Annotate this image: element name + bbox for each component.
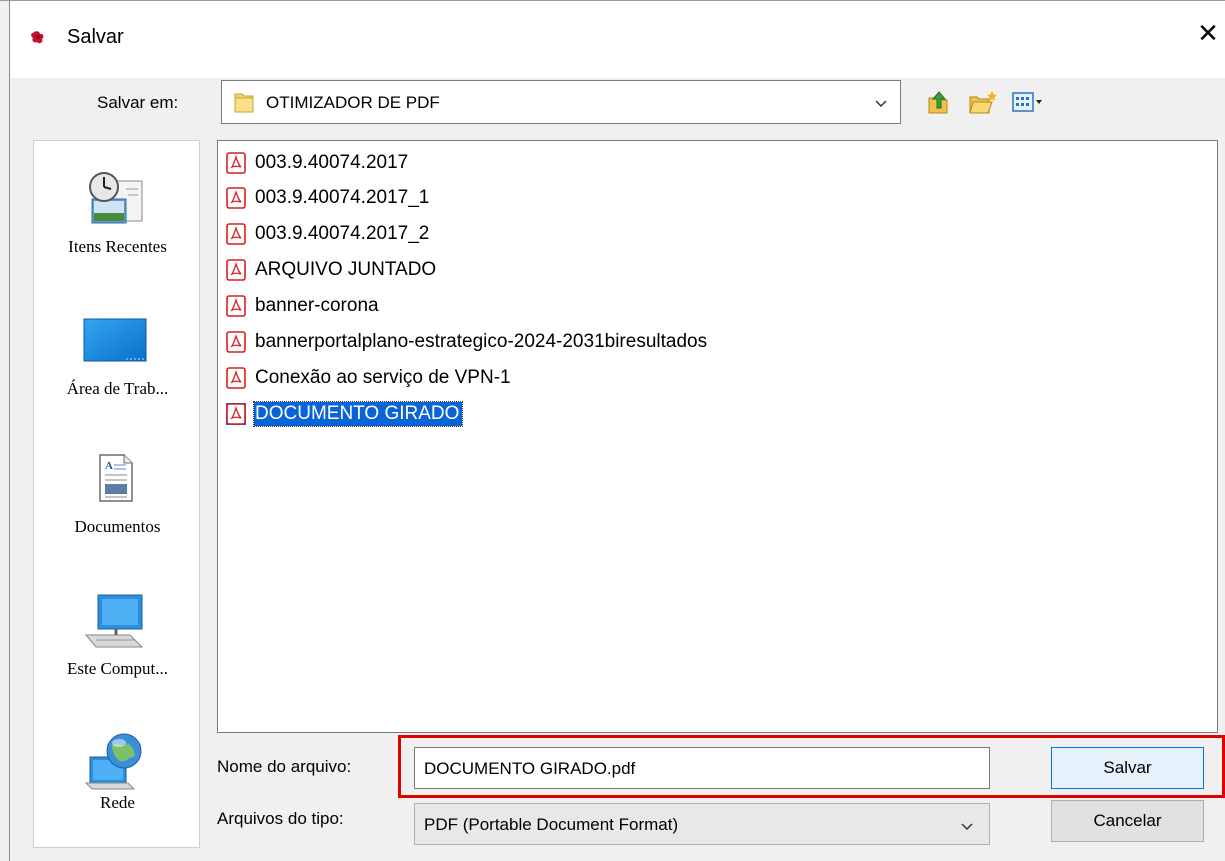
svg-text:A: A — [105, 460, 113, 472]
pdf-file-icon — [226, 223, 246, 245]
pdf-file-icon — [226, 331, 246, 353]
new-folder-icon[interactable] — [967, 88, 999, 116]
save-dialog: Salvar ✕ Salvar em: OTIMIZADOR DE PDF It… — [0, 0, 1225, 861]
file-name: banner-corona — [255, 295, 379, 316]
title-bar — [10, 1, 1225, 78]
file-name: 003.9.40074.2017 — [255, 152, 409, 173]
file-item[interactable]: 003.9.40074.2017_2 — [223, 219, 432, 249]
close-icon[interactable]: ✕ — [1195, 20, 1221, 50]
pdf-file-icon — [226, 367, 246, 389]
pdf-file-icon — [226, 152, 246, 174]
place-desktop[interactable]: Área de Trab... — [34, 317, 201, 417]
desktop-icon — [83, 318, 147, 362]
file-name: bannerportalplano-estrategico-2024-2031b… — [255, 331, 708, 352]
chevron-down-icon — [961, 823, 973, 831]
current-folder-name: OTIMIZADOR DE PDF — [266, 93, 440, 112]
file-item[interactable]: banner-corona — [223, 291, 382, 321]
place-label: Rede — [100, 793, 135, 812]
save-in-dropdown[interactable]: OTIMIZADOR DE PDF — [221, 80, 901, 124]
pdf-file-icon — [226, 259, 246, 281]
place-network[interactable]: Rede — [34, 731, 201, 831]
file-item[interactable]: bannerportalplano-estrategico-2024-2031b… — [223, 327, 710, 357]
file-name: DOCUMENTO GIRADO — [252, 401, 464, 427]
filetype-label: Arquivos do tipo: — [217, 809, 344, 828]
place-this-computer[interactable]: Este Comput... — [34, 593, 201, 693]
view-menu-icon[interactable] — [1011, 88, 1045, 116]
place-label: Documentos — [74, 517, 161, 536]
pdf-file-icon — [226, 295, 246, 317]
window-title: Salvar — [67, 26, 124, 48]
file-name: ARQUIVO JUNTADO — [255, 259, 437, 280]
place-label: Itens Recentes — [68, 237, 167, 256]
file-item[interactable]: 003.9.40074.2017 — [223, 148, 411, 178]
folder-icon — [234, 93, 254, 113]
file-item[interactable]: 003.9.40074.2017_1 — [223, 183, 432, 213]
place-recent-items[interactable]: Itens Recentes — [34, 167, 201, 267]
file-list[interactable]: 003.9.40074.2017 003.9.40074.2017_1 003.… — [217, 140, 1218, 733]
chevron-down-icon — [875, 100, 887, 108]
computer-icon — [84, 594, 144, 648]
documents-icon: A — [99, 454, 133, 502]
cancel-button[interactable]: Cancelar — [1051, 800, 1204, 842]
file-name: 003.9.40074.2017_2 — [255, 223, 430, 244]
file-item[interactable]: ARQUIVO JUNTADO — [223, 255, 439, 285]
file-name: Conexão ao serviço de VPN-1 — [255, 367, 511, 388]
pdf-file-icon — [226, 187, 246, 209]
left-border — [9, 0, 10, 861]
place-documents[interactable]: A Documentos — [34, 453, 201, 553]
place-label: Este Comput... — [66, 659, 169, 678]
app-icon — [31, 31, 44, 44]
filename-label: Nome do arquivo: — [217, 757, 352, 776]
annotation-highlight-box — [398, 735, 1225, 798]
file-item[interactable]: Conexão ao serviço de VPN-1 — [223, 363, 514, 393]
places-bar: Itens Recentes Área de Trab... A Documen… — [33, 140, 200, 848]
recent-items-icon — [89, 172, 143, 224]
network-icon — [84, 733, 142, 790]
up-one-level-icon[interactable] — [924, 88, 952, 116]
filetype-value: PDF (Portable Document Format) — [424, 815, 679, 834]
filetype-dropdown[interactable]: PDF (Portable Document Format) — [414, 803, 990, 845]
place-label: Área de Trab... — [66, 379, 169, 398]
pdf-file-icon — [226, 403, 246, 425]
save-in-label: Salvar em: — [97, 93, 179, 112]
file-item-selected[interactable]: DOCUMENTO GIRADO — [223, 399, 464, 429]
file-name: 003.9.40074.2017_1 — [255, 187, 430, 208]
